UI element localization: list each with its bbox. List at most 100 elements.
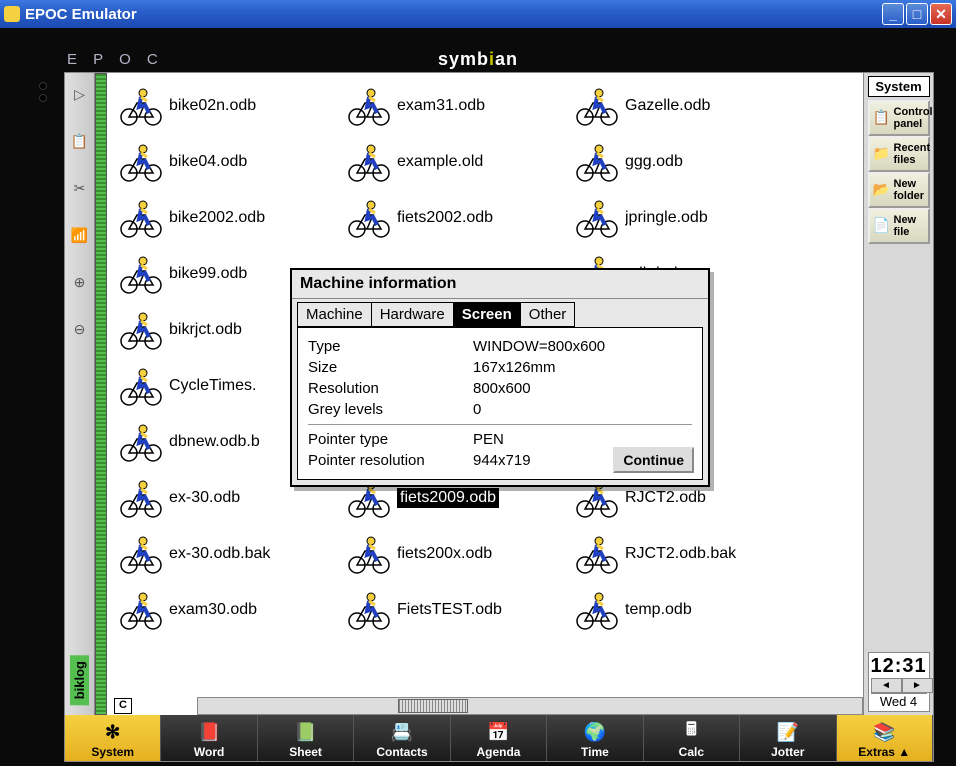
machine-info-dialog: Machine information MachineHardwareScree…	[290, 268, 710, 487]
taskbar-sheet-button[interactable]: 📗Sheet	[258, 715, 354, 761]
file-label: bike2002.odb	[169, 209, 265, 227]
symbian-logo: symbian	[438, 49, 518, 70]
info-value: PEN	[473, 431, 504, 448]
cyclist-icon	[573, 533, 621, 575]
file-label: example.old	[397, 153, 483, 171]
clock-widget[interactable]: 12:31 ◄ ► Wed 4	[868, 652, 930, 712]
file-label: fiets2009.odb	[397, 488, 499, 508]
file-label: CycleTimes.	[169, 377, 256, 395]
file-item[interactable]: example.old	[345, 134, 573, 190]
taskbar-contacts-button[interactable]: 📇Contacts	[354, 715, 450, 761]
file-item[interactable]: FietsTEST.odb	[345, 582, 573, 638]
tab-other[interactable]: Other	[520, 302, 576, 327]
file-item[interactable]: exam30.odb	[117, 582, 345, 638]
drive-c-badge[interactable]: C	[114, 698, 132, 714]
taskbar-icon: ✻	[105, 719, 120, 745]
info-label: Pointer resolution	[308, 452, 473, 469]
taskbar-time-button[interactable]: 🌍Time	[547, 715, 643, 761]
biklog-label: biklog	[70, 655, 89, 705]
zoom-out-icon[interactable]: ⊖	[69, 313, 91, 345]
info-label: Pointer type	[308, 431, 473, 448]
info-value: 167x126mm	[473, 359, 556, 376]
file-item[interactable]: Gazelle.odb	[573, 78, 801, 134]
taskbar-agenda-button[interactable]: 📅Agenda	[451, 715, 547, 761]
horizontal-scrollbar[interactable]	[197, 697, 863, 715]
info-row: Size167x126mm	[308, 357, 692, 378]
file-item[interactable]: jpringle.odb	[573, 190, 801, 246]
taskbar-system-button[interactable]: ✻System	[65, 715, 161, 761]
button-label: New file	[894, 214, 926, 238]
info-value: 800x600	[473, 380, 531, 397]
maximize-button[interactable]: □	[906, 3, 928, 25]
sidebar-recent-files-button[interactable]: 📁Recent files	[868, 136, 930, 172]
button-icon: 📂	[872, 178, 892, 202]
close-button[interactable]: ✕	[930, 3, 952, 25]
file-item[interactable]: RJCT2.odb.bak	[573, 526, 801, 582]
scrollbar-thumb[interactable]	[398, 699, 468, 713]
tab-screen[interactable]: Screen	[453, 302, 521, 327]
taskbar-icon: 🌍	[584, 719, 606, 745]
taskbar-calc-button[interactable]: 🖩Calc	[644, 715, 740, 761]
file-item[interactable]: fiets200x.odb	[345, 526, 573, 582]
cyclist-icon	[117, 589, 165, 631]
right-sidebar: System 📋Control panel📁Recent files📂New f…	[863, 73, 933, 715]
file-label: fiets200x.odb	[397, 545, 492, 563]
taskbar-jotter-button[interactable]: 📝Jotter	[740, 715, 836, 761]
clipboard-icon[interactable]: 📋	[69, 125, 91, 157]
file-label: dbnew.odb.b	[169, 433, 260, 451]
button-label: New folder	[894, 178, 926, 202]
zoom-in-icon[interactable]: ⊕	[69, 266, 91, 298]
file-label: FietsTEST.odb	[397, 601, 502, 619]
sidebar-header: System	[868, 76, 930, 97]
taskbar-label: Calc	[679, 745, 704, 759]
file-item[interactable]: fiets2002.odb	[345, 190, 573, 246]
file-item[interactable]: ggg.odb	[573, 134, 801, 190]
taskbar-label: Time	[581, 745, 609, 759]
file-label: temp.odb	[625, 601, 692, 619]
button-label: Control panel	[894, 106, 933, 130]
file-label: RJCT2.odb.bak	[625, 545, 736, 563]
nav-arrow-icon[interactable]: ▷	[69, 78, 91, 110]
sidebar-new-file-button[interactable]: 📄New file	[868, 208, 930, 244]
taskbar-label: Sheet	[289, 745, 322, 759]
vertical-scroll-stripe[interactable]	[95, 73, 107, 715]
file-label: bike04.odb	[169, 153, 247, 171]
info-value: 0	[473, 401, 481, 418]
taskbar-word-button[interactable]: 📕Word	[161, 715, 257, 761]
info-label: Size	[308, 359, 473, 376]
file-label: exam31.odb	[397, 97, 485, 115]
scissors-icon[interactable]: ✂	[69, 172, 91, 204]
cyclist-icon	[345, 197, 393, 239]
taskbar-label: Word	[194, 745, 224, 759]
epoc-brand-label: E P O C	[67, 51, 164, 68]
file-item[interactable]: bike2002.odb	[117, 190, 345, 246]
tab-machine[interactable]: Machine	[297, 302, 372, 327]
info-value: WINDOW=800x600	[473, 338, 605, 355]
file-item[interactable]: exam31.odb	[345, 78, 573, 134]
file-item[interactable]: ex-30.odb.bak	[117, 526, 345, 582]
taskbar-label: Agenda	[476, 745, 520, 759]
button-icon: 📋	[872, 106, 892, 130]
sidebar-control-panel-button[interactable]: 📋Control panel	[868, 100, 930, 136]
file-item[interactable]: bike04.odb	[117, 134, 345, 190]
taskbar-extras-button[interactable]: 📚Extras ▲	[837, 715, 933, 761]
clock-prev-icon[interactable]: ◄	[871, 678, 902, 693]
taskbar-icon: 🖩	[686, 719, 697, 745]
taskbar-label: Extras ▲	[858, 745, 910, 759]
file-item[interactable]: bike02n.odb	[117, 78, 345, 134]
file-item[interactable]: temp.odb	[573, 582, 801, 638]
tab-hardware[interactable]: Hardware	[371, 302, 454, 327]
sidebar-new-folder-button[interactable]: 📂New folder	[868, 172, 930, 208]
info-label: Type	[308, 338, 473, 355]
window-titlebar: EPOC Emulator _ □ ✕	[0, 0, 956, 28]
cyclist-icon	[117, 421, 165, 463]
clock-date: Wed 4	[871, 693, 927, 709]
cyclist-icon	[573, 197, 621, 239]
clock-next-icon[interactable]: ►	[902, 678, 933, 693]
continue-button[interactable]: Continue	[613, 447, 694, 473]
taskbar-icon: 📅	[487, 719, 509, 745]
cyclist-icon	[345, 533, 393, 575]
button-icon: 📁	[872, 142, 892, 166]
ir-icon[interactable]: 📶	[69, 219, 91, 251]
minimize-button[interactable]: _	[882, 3, 904, 25]
